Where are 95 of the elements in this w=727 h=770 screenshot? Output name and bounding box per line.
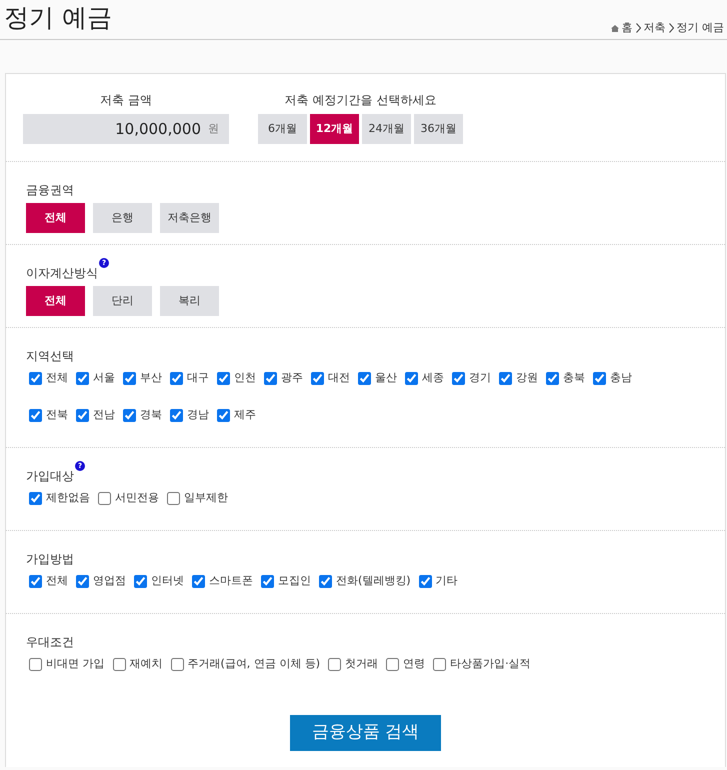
checkbox[interactable]	[311, 372, 324, 384]
checkbox-label[interactable]: 제한없음	[46, 490, 90, 506]
checkbox-label[interactable]: 스마트폰	[209, 572, 253, 590]
period-option[interactable]: 6개월	[258, 114, 307, 144]
checkbox[interactable]	[29, 574, 42, 588]
period-option[interactable]: 36개월	[414, 114, 463, 144]
checkbox-label[interactable]: 재예치	[130, 656, 162, 672]
breadcrumb-link[interactable]: 저축	[644, 21, 666, 35]
checkbox-label[interactable]: 제주	[234, 406, 256, 424]
checkbox-label[interactable]: 첫거래	[345, 656, 378, 672]
checkbox[interactable]	[433, 658, 446, 670]
checkbox-label[interactable]: 인터넷	[151, 572, 184, 590]
home-icon	[610, 24, 618, 32]
checkbox-label[interactable]: 연령	[403, 656, 426, 672]
checkbox[interactable]	[192, 574, 205, 588]
checkbox[interactable]	[452, 372, 465, 384]
checkbox-label[interactable]: 인천	[234, 370, 256, 386]
filter-option[interactable]: 단리	[93, 286, 152, 316]
checkbox-label[interactable]: 주거래(급여, 연금 이체 등)	[188, 656, 320, 672]
filter-option[interactable]: 복리	[160, 286, 219, 316]
checkbox-label[interactable]: 모집인	[278, 572, 311, 590]
checkbox[interactable]	[123, 408, 136, 422]
chevron-right-icon	[668, 23, 674, 33]
checkbox[interactable]	[418, 574, 432, 588]
period-label: 저축 예정기간을 선택하세요	[284, 92, 436, 108]
checkbox[interactable]	[29, 658, 42, 670]
checkbox-label[interactable]: 대구	[187, 370, 209, 386]
checkbox[interactable]	[29, 492, 42, 504]
checkbox[interactable]	[328, 658, 342, 670]
period-option[interactable]: 24개월	[362, 114, 411, 144]
section-title: 우대조건	[26, 634, 74, 650]
checkbox[interactable]	[170, 408, 183, 422]
checkbox[interactable]	[217, 408, 230, 422]
checkbox[interactable]	[76, 372, 89, 384]
checkbox[interactable]	[170, 372, 183, 384]
section-title: 가입대상	[26, 468, 74, 484]
checkbox-label[interactable]: 세종	[422, 370, 444, 386]
checkbox-label[interactable]: 부산	[140, 370, 162, 386]
breadcrumb-link[interactable]: 홈	[622, 21, 632, 35]
checkbox[interactable]	[499, 372, 512, 384]
page-title: 정기 예금	[4, 2, 112, 34]
checkbox[interactable]	[546, 372, 559, 384]
checkbox-label[interactable]: 기타	[436, 572, 458, 590]
checkbox-label[interactable]: 일부제한	[184, 490, 228, 506]
section-title: 이자계산방식	[26, 265, 98, 281]
checkbox-label[interactable]: 영업점	[93, 572, 126, 590]
checkbox[interactable]	[593, 372, 606, 384]
checkbox-label[interactable]: 전화(텔레뱅킹)	[336, 572, 411, 590]
checkbox-label[interactable]: 경남	[187, 406, 209, 424]
checkbox[interactable]	[170, 658, 184, 670]
period-option[interactable]: 12개월	[310, 114, 359, 144]
checkbox-label[interactable]: 경기	[469, 370, 491, 386]
checkbox[interactable]	[264, 372, 277, 384]
breadcrumb-link[interactable]: 정기 예금	[676, 21, 724, 35]
checkbox-label[interactable]: 전남	[93, 406, 115, 424]
checkbox[interactable]	[319, 574, 332, 588]
currency-unit: 원	[208, 122, 219, 136]
checkbox[interactable]	[217, 372, 230, 384]
checkbox-label[interactable]: 전체	[46, 370, 68, 386]
checkbox-label[interactable]: 대전	[328, 370, 350, 386]
section-title: 지역선택	[26, 348, 74, 364]
filter-option[interactable]: 은행	[93, 203, 152, 233]
search-button[interactable]: 금융상품 검색	[290, 715, 441, 751]
checkbox-label[interactable]: 강원	[516, 370, 538, 386]
checkbox[interactable]	[405, 372, 418, 384]
checkbox-label[interactable]: 울산	[375, 370, 397, 386]
filter-option[interactable]: 저축은행	[160, 203, 219, 233]
checkbox-label[interactable]: 경북	[140, 406, 162, 424]
checkbox-label[interactable]: 서민전용	[115, 490, 159, 506]
checkbox-label[interactable]: 비대면 가입	[46, 656, 104, 672]
checkbox-label[interactable]: 타상품가입·실적	[450, 656, 531, 672]
checkbox[interactable]	[112, 658, 126, 670]
checkbox[interactable]	[29, 408, 42, 422]
checkbox-label[interactable]: 전체	[46, 572, 68, 590]
checkbox-label[interactable]: 전북	[46, 406, 68, 424]
checkbox-label[interactable]: 충남	[610, 370, 632, 386]
checkbox[interactable]	[29, 372, 42, 384]
checkbox[interactable]	[98, 492, 111, 504]
section-title: 금융권역	[26, 182, 74, 198]
filter-option[interactable]: 전체	[26, 286, 85, 316]
checkbox[interactable]	[261, 574, 274, 588]
checkbox[interactable]	[134, 574, 147, 588]
checkbox-label[interactable]: 충북	[563, 370, 585, 386]
checkbox[interactable]	[167, 492, 180, 504]
filter-option[interactable]: 전체	[26, 203, 85, 233]
checkbox[interactable]	[123, 372, 136, 384]
checkbox[interactable]	[76, 408, 89, 422]
checkbox[interactable]	[386, 658, 400, 670]
checkbox-label[interactable]: 서울	[93, 370, 115, 386]
checkbox-label[interactable]: 광주	[281, 370, 303, 386]
checkbox[interactable]	[76, 574, 89, 588]
chevron-right-icon	[636, 23, 640, 33]
section-title: 가입방법	[26, 551, 74, 567]
checkbox[interactable]	[358, 372, 371, 384]
amount-label: 저축 금액	[100, 92, 152, 108]
